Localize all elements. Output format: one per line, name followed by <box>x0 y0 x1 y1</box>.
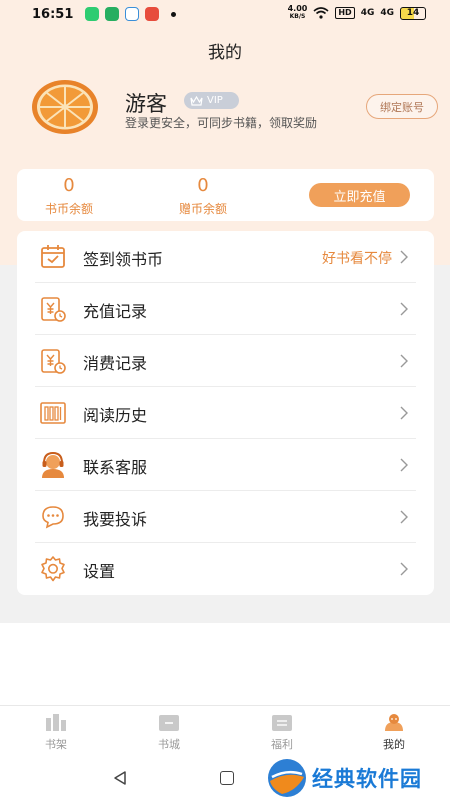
nav-label: 书架 <box>45 738 67 751</box>
profile-subtitle: 登录更安全，可同步书籍，领取奖励 <box>125 116 318 130</box>
status-notification-icons <box>85 7 177 21</box>
welfare-nav-icon <box>272 715 292 731</box>
nav-bookshelf[interactable]: 书架 <box>26 712 86 752</box>
signal-icon-2: 4G <box>380 8 394 18</box>
nav-bookstore[interactable]: 书城 <box>139 712 199 752</box>
watermark: 经典软件园 <box>266 755 450 800</box>
coin-balance[interactable]: 0 书币余额 <box>39 175 99 217</box>
back-icon[interactable] <box>112 770 128 786</box>
bookshelf-icon <box>40 402 66 424</box>
chat-bubble-icon <box>42 506 64 529</box>
bottom-nav: 书架 书城 福利 我的 <box>0 705 450 757</box>
coin-balance-label: 书币余额 <box>44 202 93 216</box>
menu-item-label: 联系客服 <box>83 458 148 477</box>
more-notifications-icon <box>171 11 177 17</box>
menu-item-reading-history[interactable]: 阅读历史 <box>17 387 434 439</box>
page-title: 我的 <box>208 43 242 63</box>
battery-icon: 14 <box>400 6 426 20</box>
menu-item-label: 充值记录 <box>83 302 148 321</box>
consume-record-icon <box>41 349 66 374</box>
home-icon[interactable] <box>220 771 234 785</box>
vip-label: VIP <box>207 95 223 106</box>
chevron-right-icon <box>400 250 408 264</box>
message-app-icon <box>105 7 120 21</box>
network-speed: 4.00 KB/S <box>288 5 308 21</box>
red-app-icon <box>145 7 160 21</box>
menu-item-consume-record[interactable]: 消费记录 <box>17 335 434 387</box>
watermark-text: 经典软件园 <box>312 766 422 791</box>
chevron-right-icon <box>400 302 408 316</box>
gear-icon <box>41 556 65 582</box>
menu-item-complaint[interactable]: 我要投诉 <box>17 491 434 543</box>
menu-item-recharge-record[interactable]: 充值记录 <box>17 283 434 335</box>
chevron-right-icon <box>400 458 408 472</box>
calendar-icon <box>41 245 65 268</box>
gift-balance[interactable]: 0 赠币余额 <box>173 175 233 217</box>
chevron-right-icon <box>400 354 408 368</box>
menu-item-label: 我要投诉 <box>83 510 148 529</box>
profile-nav-icon <box>385 714 403 731</box>
nav-label: 书城 <box>158 738 180 751</box>
recharge-button[interactable]: 立即充值 <box>309 183 410 207</box>
menu-item-customer-service[interactable]: 联系客服 <box>17 439 434 491</box>
crown-icon <box>190 95 203 106</box>
nav-profile[interactable]: 我的 <box>364 712 424 752</box>
gift-balance-value: 0 <box>197 175 209 196</box>
menu-item-label: 签到领书币 <box>83 250 164 269</box>
hd-icon: HD <box>335 7 355 19</box>
chevron-right-icon <box>400 562 408 576</box>
menu-item-label: 消费记录 <box>83 354 148 373</box>
nav-label: 我的 <box>383 738 405 751</box>
menu-item-label: 阅读历史 <box>83 406 148 425</box>
watermark-logo-icon <box>268 758 306 797</box>
phone-app-icon <box>85 7 100 21</box>
nav-welfare[interactable]: 福利 <box>252 712 312 752</box>
menu-item-checkin[interactable]: 签到领书币 好书看不停 <box>17 231 434 283</box>
balance-card: 0 书币余额 0 赠币余额 立即充值 <box>17 169 434 221</box>
menu-item-label: 设置 <box>83 562 116 581</box>
status-system-icons: 4.00 KB/S HD 4G 4G 14 <box>288 5 426 21</box>
menu-card: 签到领书币 好书看不停 充值记录 消费记录 阅读历史 联系客服 我要投诉 设置 <box>17 231 434 595</box>
network-speed-unit: KB/S <box>289 13 306 20</box>
wifi-icon <box>313 7 329 19</box>
signal-icon-1: 4G <box>360 8 375 18</box>
menu-item-promo: 好书看不停 <box>322 251 392 267</box>
nav-label: 福利 <box>271 738 293 751</box>
chevron-right-icon <box>400 406 408 420</box>
bind-account-button[interactable]: 绑定账号 <box>366 94 438 119</box>
bookstore-nav-icon <box>159 715 179 731</box>
menu-item-settings[interactable]: 设置 <box>17 543 434 595</box>
chevron-right-icon <box>400 510 408 524</box>
status-time: 16:51 <box>32 6 74 22</box>
avatar[interactable] <box>32 80 98 134</box>
cloud-app-icon <box>125 7 140 21</box>
status-bar: 16:51 4.00 KB/S HD 4G 4G 14 <box>0 0 450 28</box>
recharge-record-icon <box>41 297 66 322</box>
headset-icon <box>42 451 64 478</box>
vip-badge: VIP <box>184 92 239 109</box>
bookshelf-nav-icon <box>46 714 66 731</box>
network-speed-value: 4.00 <box>287 4 308 13</box>
gift-balance-label: 赠币余额 <box>178 202 227 216</box>
coin-balance-value: 0 <box>63 175 75 196</box>
